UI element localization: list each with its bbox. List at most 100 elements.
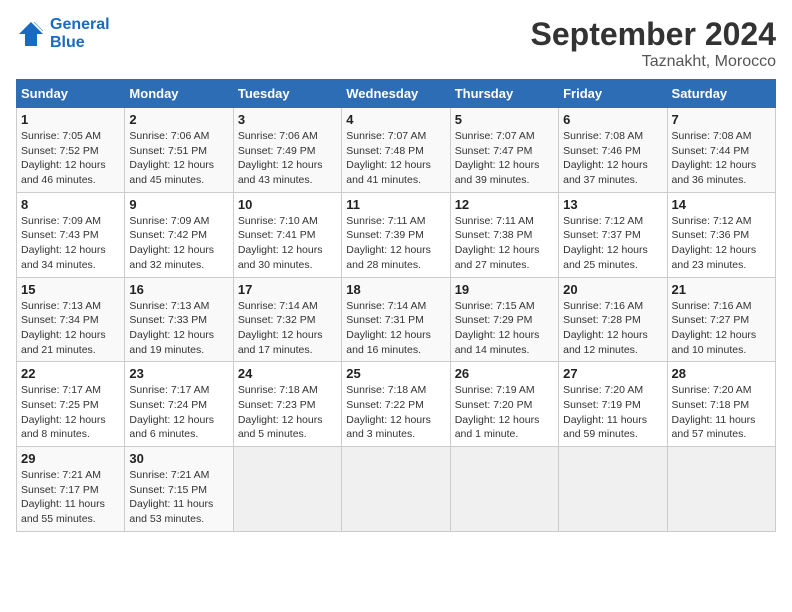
day-number: 15 xyxy=(21,282,120,297)
day-info: Sunrise: 7:12 AM Sunset: 7:37 PM Dayligh… xyxy=(563,214,662,273)
month-title: September 2024 xyxy=(531,16,776,53)
day-info: Sunrise: 7:18 AM Sunset: 7:22 PM Dayligh… xyxy=(346,383,445,442)
day-number: 26 xyxy=(455,366,554,381)
day-info: Sunrise: 7:08 AM Sunset: 7:44 PM Dayligh… xyxy=(672,129,771,188)
calendar-cell xyxy=(667,447,775,532)
day-number: 14 xyxy=(672,197,771,212)
calendar-cell: 16Sunrise: 7:13 AM Sunset: 7:33 PM Dayli… xyxy=(125,277,233,362)
day-info: Sunrise: 7:11 AM Sunset: 7:38 PM Dayligh… xyxy=(455,214,554,273)
calendar-cell: 10Sunrise: 7:10 AM Sunset: 7:41 PM Dayli… xyxy=(233,192,341,277)
calendar-cell: 7 Sunrise: 7:08 AM Sunset: 7:44 PM Daylig… xyxy=(667,108,775,193)
day-info: Sunrise: 7:20 AM Sunset: 7:19 PM Dayligh… xyxy=(563,383,662,442)
day-info: Sunrise: 7:14 AM Sunset: 7:31 PM Dayligh… xyxy=(346,299,445,358)
calendar-cell: 26 Sunrise: 7:19 AM Sunset: 7:20 PM Dayli… xyxy=(450,362,558,447)
calendar-cell: 30Sunrise: 7:21 AM Sunset: 7:15 PM Dayli… xyxy=(125,447,233,532)
calendar-cell: 3 Sunrise: 7:06 AM Sunset: 7:49 PM Daylig… xyxy=(233,108,341,193)
logo-text: General Blue xyxy=(50,16,110,52)
calendar-week-5: 29 Sunrise: 7:21 AM Sunset: 7:17 PM Dayli… xyxy=(17,447,776,532)
calendar-cell: 17Sunrise: 7:14 AM Sunset: 7:32 PM Dayli… xyxy=(233,277,341,362)
calendar-week-3: 15 Sunrise: 7:13 AM Sunset: 7:34 PM Dayli… xyxy=(17,277,776,362)
calendar-cell: 20 Sunrise: 7:16 AM Sunset: 7:28 PM Dayli… xyxy=(559,277,667,362)
calendar-week-4: 22Sunrise: 7:17 AM Sunset: 7:25 PM Dayli… xyxy=(17,362,776,447)
calendar-cell: 6Sunrise: 7:08 AM Sunset: 7:46 PM Daylig… xyxy=(559,108,667,193)
day-info: Sunrise: 7:17 AM Sunset: 7:25 PM Dayligh… xyxy=(21,383,120,442)
day-number: 1 xyxy=(21,112,120,127)
day-info: Sunrise: 7:21 AM Sunset: 7:15 PM Dayligh… xyxy=(129,468,228,527)
calendar-cell xyxy=(559,447,667,532)
day-number: 10 xyxy=(238,197,337,212)
calendar-cell: 9 Sunrise: 7:09 AM Sunset: 7:42 PM Daylig… xyxy=(125,192,233,277)
day-info: Sunrise: 7:14 AM Sunset: 7:32 PM Dayligh… xyxy=(238,299,337,358)
day-info: Sunrise: 7:13 AM Sunset: 7:33 PM Dayligh… xyxy=(129,299,228,358)
calendar-cell: 15 Sunrise: 7:13 AM Sunset: 7:34 PM Dayli… xyxy=(17,277,125,362)
day-number: 20 xyxy=(563,282,662,297)
day-info: Sunrise: 7:18 AM Sunset: 7:23 PM Dayligh… xyxy=(238,383,337,442)
col-header-monday: Monday xyxy=(125,80,233,108)
day-info: Sunrise: 7:12 AM Sunset: 7:36 PM Dayligh… xyxy=(672,214,771,273)
day-info: Sunrise: 7:05 AM Sunset: 7:52 PM Dayligh… xyxy=(21,129,120,188)
day-number: 9 xyxy=(129,197,228,212)
col-header-tuesday: Tuesday xyxy=(233,80,341,108)
day-number: 27 xyxy=(563,366,662,381)
day-number: 29 xyxy=(21,451,120,466)
calendar-cell: 14 Sunrise: 7:12 AM Sunset: 7:36 PM Dayli… xyxy=(667,192,775,277)
day-number: 18 xyxy=(346,282,445,297)
calendar-cell: 5 Sunrise: 7:07 AM Sunset: 7:47 PM Daylig… xyxy=(450,108,558,193)
day-number: 25 xyxy=(346,366,445,381)
day-number: 23 xyxy=(129,366,228,381)
day-info: Sunrise: 7:06 AM Sunset: 7:51 PM Dayligh… xyxy=(129,129,228,188)
day-info: Sunrise: 7:16 AM Sunset: 7:28 PM Dayligh… xyxy=(563,299,662,358)
calendar-cell: 25 Sunrise: 7:18 AM Sunset: 7:22 PM Dayli… xyxy=(342,362,450,447)
calendar-cell: 4 Sunrise: 7:07 AM Sunset: 7:48 PM Daylig… xyxy=(342,108,450,193)
calendar-cell xyxy=(342,447,450,532)
day-number: 3 xyxy=(238,112,337,127)
page-header: General Blue September 2024 Taznakht, Mo… xyxy=(16,16,776,71)
day-number: 21 xyxy=(672,282,771,297)
calendar-cell: 12Sunrise: 7:11 AM Sunset: 7:38 PM Dayli… xyxy=(450,192,558,277)
day-info: Sunrise: 7:13 AM Sunset: 7:34 PM Dayligh… xyxy=(21,299,120,358)
col-header-saturday: Saturday xyxy=(667,80,775,108)
calendar-cell: 28 Sunrise: 7:20 AM Sunset: 7:18 PM Dayli… xyxy=(667,362,775,447)
calendar-week-1: 1 Sunrise: 7:05 AM Sunset: 7:52 PM Daylig… xyxy=(17,108,776,193)
day-number: 24 xyxy=(238,366,337,381)
day-info: Sunrise: 7:11 AM Sunset: 7:39 PM Dayligh… xyxy=(346,214,445,273)
logo-icon xyxy=(16,19,46,49)
calendar-cell: 21 Sunrise: 7:16 AM Sunset: 7:27 PM Dayli… xyxy=(667,277,775,362)
day-number: 5 xyxy=(455,112,554,127)
day-number: 7 xyxy=(672,112,771,127)
day-info: Sunrise: 7:15 AM Sunset: 7:29 PM Dayligh… xyxy=(455,299,554,358)
col-header-friday: Friday xyxy=(559,80,667,108)
calendar-cell: 2Sunrise: 7:06 AM Sunset: 7:51 PM Daylig… xyxy=(125,108,233,193)
calendar-week-2: 8Sunrise: 7:09 AM Sunset: 7:43 PM Daylig… xyxy=(17,192,776,277)
calendar-cell: 19 Sunrise: 7:15 AM Sunset: 7:29 PM Dayli… xyxy=(450,277,558,362)
logo: General Blue xyxy=(16,16,110,52)
day-number: 11 xyxy=(346,197,445,212)
day-info: Sunrise: 7:07 AM Sunset: 7:48 PM Dayligh… xyxy=(346,129,445,188)
day-info: Sunrise: 7:17 AM Sunset: 7:24 PM Dayligh… xyxy=(129,383,228,442)
calendar-cell: 29 Sunrise: 7:21 AM Sunset: 7:17 PM Dayli… xyxy=(17,447,125,532)
day-number: 8 xyxy=(21,197,120,212)
day-info: Sunrise: 7:06 AM Sunset: 7:49 PM Dayligh… xyxy=(238,129,337,188)
calendar-cell: 27 Sunrise: 7:20 AM Sunset: 7:19 PM Dayli… xyxy=(559,362,667,447)
calendar-cell xyxy=(450,447,558,532)
day-info: Sunrise: 7:19 AM Sunset: 7:20 PM Dayligh… xyxy=(455,383,554,442)
day-info: Sunrise: 7:16 AM Sunset: 7:27 PM Dayligh… xyxy=(672,299,771,358)
calendar-cell: 11 Sunrise: 7:11 AM Sunset: 7:39 PM Dayli… xyxy=(342,192,450,277)
col-header-thursday: Thursday xyxy=(450,80,558,108)
calendar-cell: 13 Sunrise: 7:12 AM Sunset: 7:37 PM Dayli… xyxy=(559,192,667,277)
col-header-wednesday: Wednesday xyxy=(342,80,450,108)
calendar-table: SundayMondayTuesdayWednesdayThursdayFrid… xyxy=(16,79,776,532)
calendar-cell: 23 Sunrise: 7:17 AM Sunset: 7:24 PM Dayli… xyxy=(125,362,233,447)
day-info: Sunrise: 7:07 AM Sunset: 7:47 PM Dayligh… xyxy=(455,129,554,188)
calendar-cell: 22Sunrise: 7:17 AM Sunset: 7:25 PM Dayli… xyxy=(17,362,125,447)
day-number: 28 xyxy=(672,366,771,381)
day-info: Sunrise: 7:20 AM Sunset: 7:18 PM Dayligh… xyxy=(672,383,771,442)
calendar-cell: 24 Sunrise: 7:18 AM Sunset: 7:23 PM Dayli… xyxy=(233,362,341,447)
col-header-sunday: Sunday xyxy=(17,80,125,108)
day-info: Sunrise: 7:09 AM Sunset: 7:42 PM Dayligh… xyxy=(129,214,228,273)
calendar-cell xyxy=(233,447,341,532)
day-number: 4 xyxy=(346,112,445,127)
day-info: Sunrise: 7:21 AM Sunset: 7:17 PM Dayligh… xyxy=(21,468,120,527)
day-number: 19 xyxy=(455,282,554,297)
day-number: 13 xyxy=(563,197,662,212)
